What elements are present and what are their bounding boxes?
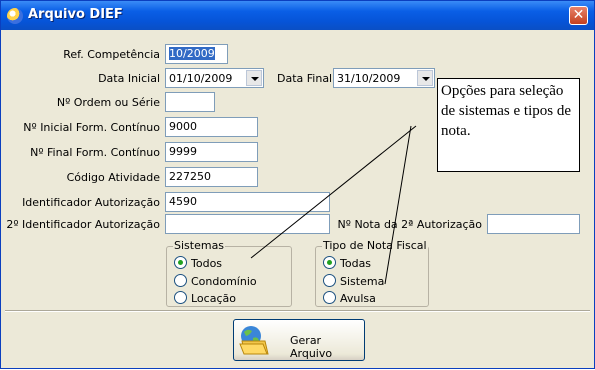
callout-pointer-lines	[250, 125, 417, 285]
dief-dialog: Arquivo DIEF ✕ Ref. Competência 10/2009 …	[0, 0, 595, 369]
annotation-callout: Opções para seleção de sistemas e tipos …	[437, 78, 580, 172]
